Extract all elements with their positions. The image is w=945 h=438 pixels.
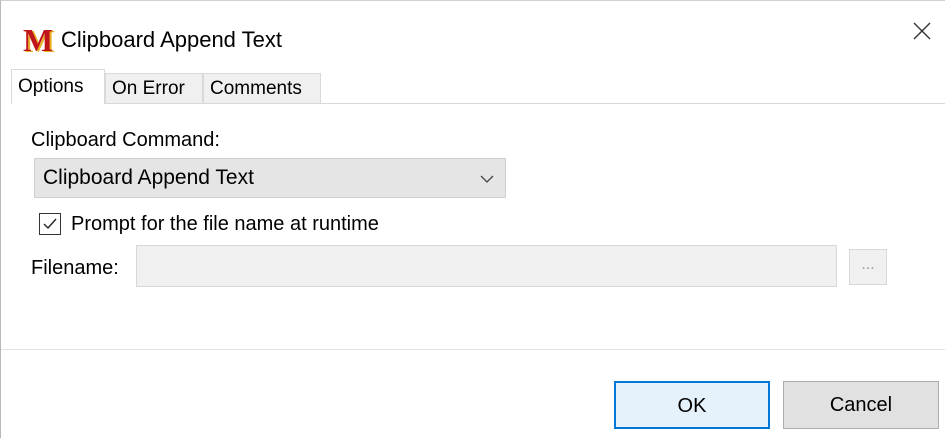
close-button[interactable] — [899, 1, 945, 61]
filename-label: Filename: — [31, 257, 119, 279]
tab-comments[interactable]: Comments — [203, 73, 321, 103]
tab-strip: Options On Error Comments — [11, 69, 931, 104]
window-title: Clipboard Append Text — [61, 27, 282, 52]
prompt-filename-option: Prompt for the file name at runtime — [39, 211, 379, 237]
tab-on-error[interactable]: On Error — [105, 73, 203, 103]
filename-input[interactable] — [136, 245, 837, 287]
dialog-footer: OK Cancel — [1, 349, 945, 438]
prompt-filename-checkbox[interactable] — [39, 213, 61, 235]
app-logo-icon: M — [23, 22, 54, 58]
browse-button[interactable]: ... — [849, 249, 887, 285]
options-panel: Clipboard Command: Clipboard Append Text… — [11, 103, 945, 349]
tab-options[interactable]: Options — [11, 69, 105, 104]
checkmark-icon — [43, 218, 57, 230]
clipboard-command-value: Clipboard Append Text — [43, 166, 254, 189]
chevron-down-icon — [480, 175, 494, 183]
ok-button[interactable]: OK — [614, 381, 770, 429]
cancel-button[interactable]: Cancel — [783, 381, 939, 429]
close-icon — [913, 22, 931, 40]
title-bar: M Clipboard Append Text — [1, 1, 945, 67]
clipboard-command-select[interactable]: Clipboard Append Text — [34, 158, 506, 198]
dialog-window: M Clipboard Append Text Options On Error… — [0, 0, 945, 438]
clipboard-command-label: Clipboard Command: — [31, 129, 220, 151]
prompt-filename-label[interactable]: Prompt for the file name at runtime — [71, 212, 379, 236]
